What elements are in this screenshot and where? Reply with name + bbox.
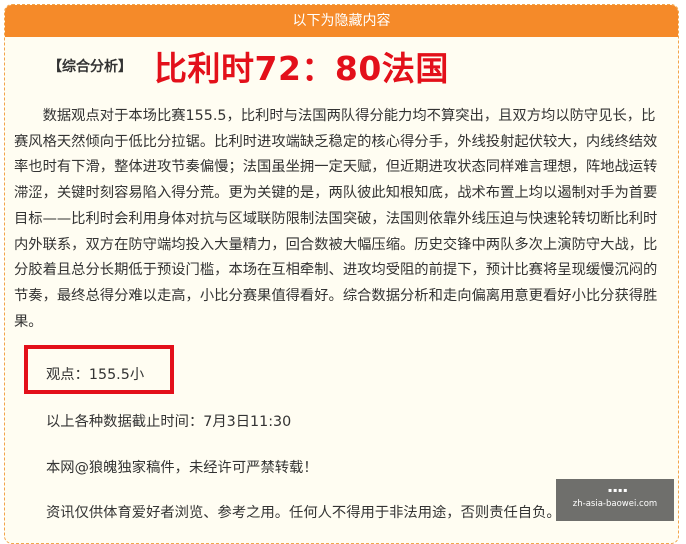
watermark-url: zh-asia-baowei.com: [572, 499, 658, 509]
analysis-title-row: 【综合分析】 比利时72：80法国: [48, 41, 449, 91]
data-cutoff-time: 以上各种数据截止时间：7月3日11:30: [46, 414, 292, 430]
site-watermark-badge[interactable]: ▪▪▪▪ zh-asia-baowei.com: [556, 479, 674, 521]
disclaimer-text: 资讯仅供体育爱好者浏览、参考之用。任何人不得用于非法用途，否则责任自负。: [46, 505, 561, 521]
viewpoint-text: 观点：155.5小: [46, 367, 145, 383]
analysis-paragraph: 数据观点对于本场比赛155.5，比利时与法国两队得分能力均不算突出，且双方均以防…: [14, 108, 658, 330]
analysis-tag: 【综合分析】: [48, 59, 132, 75]
match-score-headline: 比利时72：80法国: [154, 49, 449, 88]
hidden-content-header: 以下为隐藏内容: [5, 5, 678, 37]
watermark-logo-icon: ▪▪▪▪: [608, 487, 629, 494]
copyright-notice: 本网@狼魄独家稿件，未经许可严禁转载！: [46, 460, 318, 476]
